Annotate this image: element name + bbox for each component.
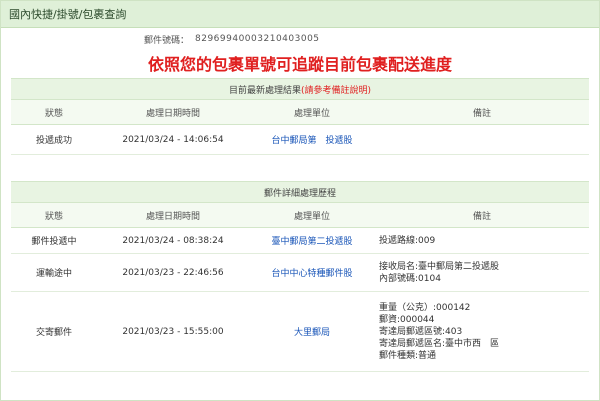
note-line: 郵件種類:普通 [379,350,437,361]
mail-number-label: 郵件號碼： [143,35,189,46]
history-title-text: 郵件詳細處理歷程 [263,188,336,199]
cell-unit-link[interactable]: 臺中郵局第二投遞股 [249,227,375,254]
note-line: 寄達局郵遞區號:403 [379,326,463,337]
note-line: 投遞路線:009 [379,235,436,246]
note-line: 郵資:000044 [379,314,435,325]
cell-time: 2021/03/24 - 08:38:24 [97,227,249,254]
mail-number-value: 82969940003210403005 [195,34,320,44]
cell-note: 投遞路線:009 [375,227,589,254]
latest-result-title: 目前最新處理結果 (請參考備註說明) [11,78,589,100]
table-row: 投遞成功 2021/03/24 - 14:06:54 台中郵局第 投遞股 [11,124,589,155]
cell-unit-link[interactable]: 大里郵局 [249,291,375,372]
cell-time: 2021/03/24 - 14:06:54 [97,124,249,155]
latest-result-note: (請參考備註說明) [300,85,372,96]
mail-number-row: 郵件號碼： 82969940003210403005 [11,28,589,50]
table-row: 交寄郵件 2021/03/23 - 15:55:00 大里郵局 重量（公克）:0… [11,291,589,372]
table-row: 郵件投遞中 2021/03/24 - 08:38:24 臺中郵局第二投遞股 投遞… [11,227,589,254]
cell-unit-link[interactable]: 台中中心特種郵件股 [249,253,375,292]
history-title: 郵件詳細處理歷程 [11,181,589,203]
cell-note [375,124,589,155]
header-time: 處理日期時間 [97,100,249,125]
latest-header-row: 狀態 處理日期時間 處理單位 備註 [11,100,589,125]
note-line: 寄達局郵遞區名:臺中市西 區 [379,338,500,349]
cell-time: 2021/03/23 - 15:55:00 [97,291,249,372]
note-line: 重量（公克）:000142 [379,302,471,313]
header-note: 備註 [375,203,589,228]
cell-note: 重量（公克）:000142 郵資:000044 寄達局郵遞區號:403 寄達局郵… [375,291,589,372]
cell-status: 交寄郵件 [11,291,97,372]
header-status: 狀態 [11,203,97,228]
cell-status: 運輸途中 [11,253,97,292]
header-unit: 處理單位 [249,100,375,125]
history-header-row: 狀態 處理日期時間 處理單位 備註 [11,203,589,228]
header-note: 備註 [375,100,589,125]
latest-result-title-text: 目前最新處理結果 [228,85,301,96]
cell-note: 接收局名:臺中郵局第二投遞股 內部號碼:0104 [375,253,589,292]
header-status: 狀態 [11,100,97,125]
page: 國內快捷/掛號/包裹查詢 郵件號碼： 82969940003210403005 … [0,0,600,401]
table-row: 運輸途中 2021/03/23 - 22:46:56 台中中心特種郵件股 接收局… [11,253,589,292]
cell-time: 2021/03/23 - 22:46:56 [97,253,249,292]
cell-unit-link[interactable]: 台中郵局第 投遞股 [249,124,375,155]
tracking-headline: 依照您的包裹單號可追蹤目前包裹配送進度 [147,55,452,74]
history-table: 狀態 處理日期時間 處理單位 備註 郵件投遞中 2021/03/24 - 08:… [11,203,589,372]
page-title: 國內快捷/掛號/包裹查詢 [1,1,599,28]
cell-status: 投遞成功 [11,124,97,155]
note-line: 接收局名:臺中郵局第二投遞股 [379,261,500,272]
header-unit: 處理單位 [249,203,375,228]
latest-result-table: 狀態 處理日期時間 處理單位 備註 投遞成功 2021/03/24 - 14:0… [11,100,589,155]
note-line: 內部號碼:0104 [379,273,441,284]
header-time: 處理日期時間 [97,203,249,228]
cell-status: 郵件投遞中 [11,227,97,254]
content: 郵件號碼： 82969940003210403005 依照您的包裹單號可追蹤目前… [11,28,589,372]
